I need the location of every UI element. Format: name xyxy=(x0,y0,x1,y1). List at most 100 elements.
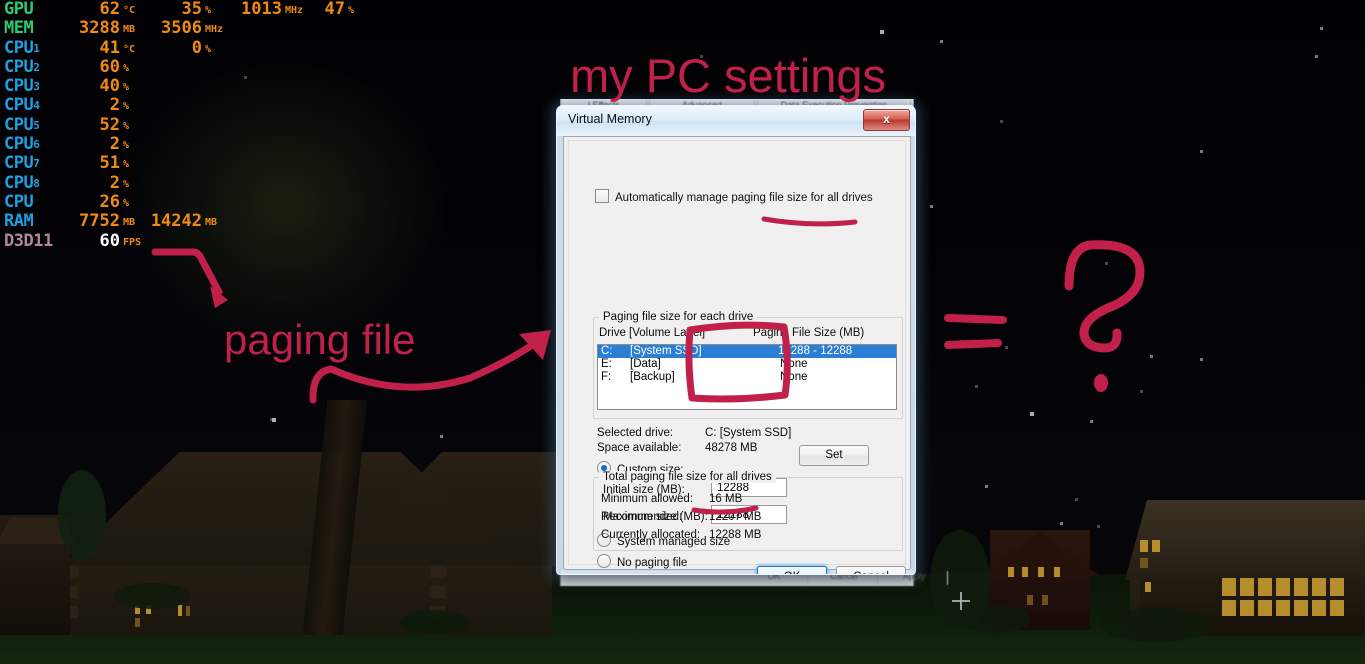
osd-value-2: 3506 xyxy=(161,18,202,39)
osd-row-index: 1 xyxy=(33,41,40,55)
osd-unit-1: °C xyxy=(123,43,136,55)
osd-unit-1: % xyxy=(123,197,130,209)
osd-value-1: 51 xyxy=(99,153,120,174)
osd-value-1: 7752 xyxy=(79,211,120,232)
window-light xyxy=(1152,540,1160,552)
osd-unit-1: MB xyxy=(123,217,136,229)
dialog-title: Virtual Memory xyxy=(568,112,652,126)
right-house-big-roof xyxy=(1125,500,1365,580)
osd-row-label: CPU xyxy=(4,191,34,212)
star xyxy=(880,30,884,34)
star xyxy=(1075,498,1078,501)
star xyxy=(975,385,978,388)
osd-value-1: 26 xyxy=(99,191,120,212)
selected-drive-label: Selected drive: xyxy=(597,427,674,439)
recommended-label: Recommended: xyxy=(601,511,683,523)
drive-paging-size: None xyxy=(780,358,808,370)
osd-unit-4: % xyxy=(348,5,355,16)
osd-row-label: GPU xyxy=(4,0,34,19)
osd-row-index: 4 xyxy=(33,99,40,113)
minimum-allowed-label: Minimum allowed: xyxy=(601,493,694,505)
window-light xyxy=(1276,600,1290,616)
bush xyxy=(115,583,190,609)
osd-unit-2: MB xyxy=(205,217,218,229)
star xyxy=(940,40,943,43)
star xyxy=(1122,300,1125,303)
osd-unit-1: FPS xyxy=(123,236,142,248)
osd-value-1: 41 xyxy=(99,37,120,58)
drive-listbox[interactable]: C: [System SSD] 12288 - 12288 E: [Data] None F… xyxy=(597,344,897,410)
auto-manage-checkbox-row[interactable]: Automatically manage paging file size fo… xyxy=(595,189,873,204)
window-light xyxy=(1294,600,1308,616)
star xyxy=(1090,420,1093,423)
osd-row-label: MEM xyxy=(4,18,34,39)
drive-paging-size: 12288 - 12288 xyxy=(778,345,853,357)
star xyxy=(930,205,933,208)
radio-icon-no-paging[interactable] xyxy=(597,554,611,568)
star xyxy=(960,340,963,343)
osd-row-label: CPU4 xyxy=(4,95,40,116)
window-light xyxy=(1258,600,1272,616)
window-light xyxy=(1258,578,1272,596)
close-icon[interactable]: x xyxy=(863,109,910,131)
recommended-value: 12207 MB xyxy=(709,511,762,523)
dialog-inner-frame: Automatically manage paging file size fo… xyxy=(568,140,906,574)
osd-unit-3: MHz xyxy=(285,5,304,16)
window-light xyxy=(1140,540,1148,552)
drive-list-item[interactable]: F: [Backup] None xyxy=(598,371,896,384)
drive-list-item[interactable]: C: [System SSD] 12288 - 12288 xyxy=(598,345,896,358)
checkbox-icon[interactable] xyxy=(595,189,609,203)
no-paging-radio-row[interactable]: No paging file xyxy=(597,554,687,569)
star xyxy=(272,418,276,422)
osd-row-index: 6 xyxy=(33,138,40,152)
ok-button[interactable]: OK xyxy=(757,566,827,574)
window-light xyxy=(1222,578,1236,596)
bush xyxy=(400,610,470,634)
set-button[interactable]: Set xyxy=(799,445,869,466)
osd-row-label: D3D11 xyxy=(4,230,53,251)
osd-unit-1: % xyxy=(123,120,130,132)
crosshair-icon xyxy=(952,592,970,610)
bush xyxy=(58,470,106,560)
osd-value-1: 2 xyxy=(109,172,120,193)
osd-value-2: 14242 xyxy=(150,211,202,232)
window-light xyxy=(178,605,182,616)
no-paging-label: No paging file xyxy=(617,557,688,569)
space-available-label: Space available: xyxy=(597,442,682,454)
window-light xyxy=(1042,595,1048,605)
star xyxy=(1315,55,1318,58)
star xyxy=(1105,262,1108,265)
star xyxy=(244,76,247,79)
drive-list-item[interactable]: E: [Data] None xyxy=(598,358,896,371)
osd-value-1: 3288 xyxy=(79,18,120,39)
window-light xyxy=(186,606,190,616)
drive-letter: F: xyxy=(601,371,612,383)
star xyxy=(865,72,868,75)
window-light xyxy=(1038,567,1044,577)
cancel-button[interactable]: Cancel xyxy=(836,566,906,574)
window-light xyxy=(1008,567,1014,577)
selected-drive-value: C: [System SSD] xyxy=(705,427,792,439)
osd-row-label: CPU3 xyxy=(4,76,40,97)
window-light xyxy=(1022,567,1028,577)
star xyxy=(1097,525,1100,528)
drive-paging-size: None xyxy=(780,371,808,383)
window-light xyxy=(1240,578,1254,596)
star xyxy=(1005,346,1008,349)
osd-unit-2: MHz xyxy=(205,24,224,36)
window-light xyxy=(1312,578,1326,596)
virtual-memory-dialog: Virtual Memory x Automatically manage pa… xyxy=(556,105,916,575)
space-available-value: 48278 MB xyxy=(705,442,758,454)
osd-unit-2: % xyxy=(205,43,212,55)
star xyxy=(1320,27,1323,30)
star xyxy=(1060,522,1063,525)
osd-value-1: 40 xyxy=(99,76,120,97)
osd-row-label: CPU8 xyxy=(4,172,40,193)
minimum-allowed-value: 16 MB xyxy=(709,493,743,505)
star xyxy=(1150,355,1153,358)
window-light xyxy=(135,618,140,627)
osd-value-1: 52 xyxy=(99,114,120,135)
dialog-titlebar[interactable]: Virtual Memory x xyxy=(557,106,915,136)
osd-value-1: 2 xyxy=(109,95,120,116)
window-light xyxy=(1027,595,1033,605)
